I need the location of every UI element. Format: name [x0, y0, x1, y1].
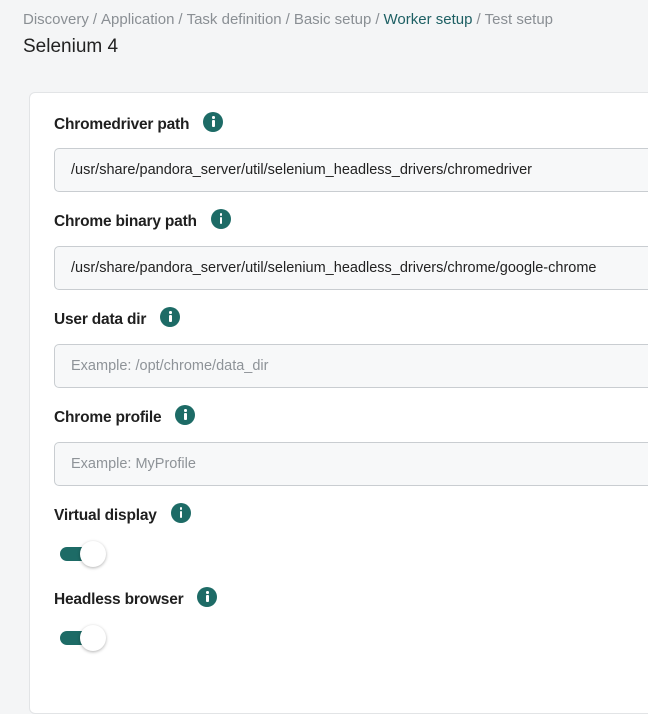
- headless-browser-label: Headless browser: [54, 591, 184, 608]
- toggle-knob: [80, 625, 106, 651]
- breadcrumb-discovery[interactable]: Discovery: [23, 11, 89, 28]
- virtual-display-label: Virtual display: [54, 507, 157, 524]
- worker-setup-card: Chromedriver path Chrome binary path Use…: [29, 92, 648, 714]
- info-icon[interactable]: [210, 209, 231, 229]
- chromedriver-path-label: Chromedriver path: [54, 116, 190, 133]
- breadcrumb-separator: /: [178, 11, 183, 28]
- info-icon[interactable]: [203, 112, 224, 132]
- chrome-binary-path-input[interactable]: [54, 246, 648, 290]
- chrome-binary-path-label-row: Chrome binary path: [54, 209, 231, 234]
- breadcrumb-application[interactable]: Application: [101, 11, 174, 28]
- breadcrumb-separator: /: [92, 11, 98, 28]
- breadcrumb-separator: /: [375, 11, 380, 28]
- headless-browser-toggle[interactable]: [60, 625, 106, 651]
- toggle-knob: [80, 541, 106, 567]
- user-data-dir-label-row: User data dir: [54, 307, 181, 332]
- breadcrumb-basic-setup[interactable]: Basic setup: [294, 11, 372, 28]
- breadcrumb-task-definition[interactable]: Task definition: [187, 11, 282, 28]
- info-icon[interactable]: [160, 307, 181, 327]
- chrome-profile-input[interactable]: [54, 442, 648, 486]
- user-data-dir-input[interactable]: [54, 344, 648, 388]
- headless-browser-label-row: Headless browser: [54, 587, 218, 612]
- info-icon[interactable]: [175, 405, 196, 425]
- chrome-profile-label-row: Chrome profile: [54, 405, 196, 430]
- user-data-dir-label: User data dir: [54, 311, 147, 328]
- info-icon[interactable]: [197, 587, 218, 607]
- breadcrumb: Discovery / Application / Task definition / Ba…: [23, 11, 553, 28]
- breadcrumb-separator: /: [476, 11, 481, 28]
- info-icon[interactable]: [170, 503, 191, 523]
- chrome-profile-label: Chrome profile: [54, 409, 162, 426]
- page-title: Selenium 4: [23, 36, 119, 57]
- breadcrumb-worker-setup[interactable]: Worker setup: [384, 11, 473, 28]
- chromedriver-path-input[interactable]: [54, 148, 648, 192]
- virtual-display-toggle[interactable]: [60, 541, 106, 567]
- chromedriver-path-label-row: Chromedriver path: [54, 112, 224, 137]
- virtual-display-label-row: Virtual display: [54, 503, 191, 528]
- breadcrumb-test-setup[interactable]: Test setup: [485, 11, 553, 28]
- chrome-binary-path-label: Chrome binary path: [54, 213, 197, 230]
- breadcrumb-separator: /: [285, 11, 290, 28]
